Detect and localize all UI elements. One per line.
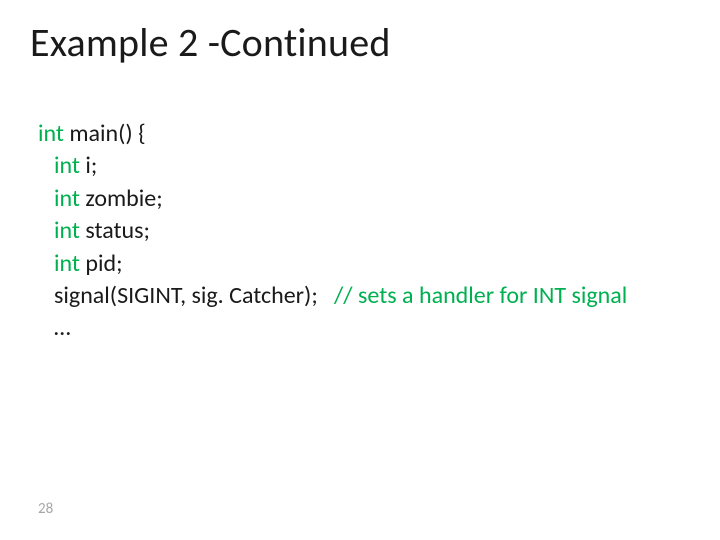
keyword-int: int (54, 216, 80, 245)
code-text: i; (80, 151, 97, 180)
code-line-5: signal(SIGINT, sig. Catcher); // sets a … (38, 280, 678, 312)
keyword-int: int (54, 184, 80, 213)
code-text: status; (80, 216, 150, 245)
code-line-6: … (38, 312, 678, 344)
code-line-0: int main() { (38, 118, 678, 150)
keyword-int: int (54, 249, 80, 278)
code-line-4: int pid; (38, 248, 678, 280)
slide-title: Example 2 -Continued (30, 18, 391, 67)
code-text: zombie; (80, 184, 163, 213)
code-line-2: int zombie; (38, 183, 678, 215)
code-text: main() { (64, 119, 146, 148)
page-number: 28 (38, 500, 53, 518)
code-block: int main() { int i; int zombie; int stat… (38, 118, 678, 345)
code-comment: // sets a handler for INT signal (334, 281, 627, 310)
code-text: pid; (80, 249, 123, 278)
code-line-1: int i; (38, 150, 678, 182)
keyword-int: int (54, 151, 80, 180)
slide: Example 2 -Continued int main() { int i;… (0, 0, 720, 540)
code-text: signal(SIGINT, sig. Catcher); (54, 281, 334, 310)
keyword-int: int (38, 119, 64, 148)
code-line-3: int status; (38, 215, 678, 247)
code-text: … (54, 313, 71, 342)
